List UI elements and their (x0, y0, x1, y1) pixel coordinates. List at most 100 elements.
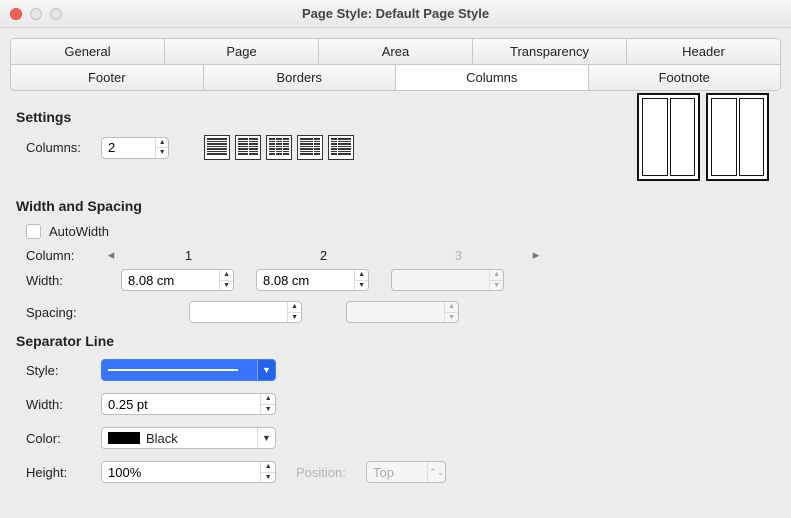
tab-label: Page (226, 44, 256, 59)
col-head-3: 3 (391, 248, 526, 263)
autowidth-label: AutoWidth (49, 224, 109, 239)
chevron-down-icon[interactable]: ▼ (355, 281, 368, 291)
tabbar: General Page Area Transparency Header Fo… (0, 28, 791, 91)
width-3-spinner: ▲▼ (391, 269, 504, 291)
preset-2-col[interactable] (235, 135, 261, 160)
zoom-icon (50, 8, 62, 20)
width-1-spinner[interactable]: ▲▼ (121, 269, 234, 291)
style-row: Style: ▼ (26, 359, 775, 381)
line-style-preview (108, 369, 238, 371)
tab-area[interactable]: Area (319, 39, 473, 64)
columns-input[interactable] (102, 138, 155, 158)
close-icon[interactable] (10, 8, 22, 20)
chevron-down-icon[interactable]: ▼ (257, 428, 275, 448)
page-preview-1 (637, 93, 700, 181)
width-2-spinner[interactable]: ▲▼ (256, 269, 369, 291)
height-row: Height: ▲▼ Position: Top ⌃⌄ (26, 461, 775, 483)
content-panel: Settings Columns: ▲▼ Width and Spacing A… (0, 91, 791, 511)
chevron-down-icon[interactable]: ▼ (220, 281, 233, 291)
width-spacing-heading: Width and Spacing (16, 198, 775, 214)
style-combo[interactable]: ▼ (101, 359, 276, 381)
chevron-down-icon: ▼ (490, 281, 503, 291)
column-header-row: Column: ◂ 1 2 3 ▸ (26, 247, 775, 263)
tab-label: Header (682, 44, 725, 59)
preset-2-col-left[interactable] (297, 135, 323, 160)
chevron-up-icon: ▲ (445, 302, 458, 313)
arrow-left-icon[interactable]: ◂ (101, 247, 121, 263)
chevron-up-icon[interactable]: ▲ (156, 138, 168, 149)
chevron-down-icon[interactable]: ▼ (261, 473, 275, 483)
color-name: Black (146, 431, 178, 446)
tab-columns[interactable]: Columns (396, 65, 589, 90)
window-title: Page Style: Default Page Style (0, 6, 791, 21)
page-preview-2 (706, 93, 769, 181)
tab-footnote[interactable]: Footnote (589, 65, 781, 90)
tab-label: Footnote (659, 70, 710, 85)
spacing-row: Spacing: ▲▼ ▲▼ (26, 301, 775, 323)
tab-label: General (64, 44, 110, 59)
spacing-1-spinner[interactable]: ▲▼ (189, 301, 302, 323)
width-row: Width: ▲▼ ▲▼ ▲▼ (26, 269, 775, 291)
arrow-right-icon[interactable]: ▸ (526, 247, 546, 263)
color-row: Color: Black ▼ (26, 427, 775, 449)
tab-row-1: General Page Area Transparency Header (10, 38, 781, 64)
color-combo[interactable]: Black ▼ (101, 427, 276, 449)
spacing-2-spinner: ▲▼ (346, 301, 459, 323)
autowidth-checkbox[interactable] (26, 224, 41, 239)
chevron-up-icon[interactable]: ▲ (261, 394, 275, 405)
width-2-input[interactable] (257, 270, 354, 290)
tab-label: Area (382, 44, 409, 59)
page-previews (637, 93, 769, 181)
chevron-down-icon: ▼ (445, 313, 458, 323)
tab-label: Footer (88, 70, 126, 85)
tab-general[interactable]: General (11, 39, 165, 64)
chevron-down-icon[interactable]: ▼ (257, 360, 275, 380)
height-input[interactable] (102, 462, 260, 482)
minimize-icon (30, 8, 42, 20)
width-3-input (392, 270, 489, 290)
chevron-up-icon[interactable]: ▲ (355, 270, 368, 281)
chevron-up-icon: ▲ (490, 270, 503, 281)
window-controls (0, 8, 62, 20)
chevron-up-icon[interactable]: ▲ (220, 270, 233, 281)
tab-label: Transparency (510, 44, 589, 59)
sep-width-row: Width: ▲▼ (26, 393, 775, 415)
tab-borders[interactable]: Borders (204, 65, 397, 90)
columns-spinner[interactable]: ▲▼ (101, 137, 169, 159)
tab-header[interactable]: Header (627, 39, 780, 64)
tab-page[interactable]: Page (165, 39, 319, 64)
style-label: Style: (26, 363, 101, 378)
preset-1-col[interactable] (204, 135, 230, 160)
sep-width-spinner[interactable]: ▲▼ (101, 393, 276, 415)
height-spinner[interactable]: ▲▼ (101, 461, 276, 483)
color-label: Color: (26, 431, 101, 446)
spacing-2-input (347, 302, 444, 322)
position-value: Top (373, 465, 394, 480)
separator-heading: Separator Line (16, 333, 775, 349)
chevron-up-down-icon: ⌃⌄ (427, 462, 445, 482)
tab-row-2: Footer Borders Columns Footnote (10, 64, 781, 91)
columns-label: Columns: (16, 140, 101, 155)
col-head-1: 1 (121, 248, 256, 263)
width-1-input[interactable] (122, 270, 219, 290)
width-spacing-grid: Column: ◂ 1 2 3 ▸ Width: ▲▼ ▲▼ (16, 247, 775, 323)
chevron-up-icon[interactable]: ▲ (261, 462, 275, 473)
preset-2-col-right[interactable] (328, 135, 354, 160)
tab-transparency[interactable]: Transparency (473, 39, 627, 64)
chevron-down-icon[interactable]: ▼ (261, 405, 275, 415)
tab-footer[interactable]: Footer (11, 65, 204, 90)
sep-width-input[interactable] (102, 394, 260, 414)
chevron-up-icon[interactable]: ▲ (288, 302, 301, 313)
tab-label: Borders (276, 70, 322, 85)
preset-3-col[interactable] (266, 135, 292, 160)
position-combo: Top ⌃⌄ (366, 461, 446, 483)
spacing-1-input[interactable] (190, 302, 287, 322)
autowidth-row: AutoWidth (16, 224, 775, 239)
position-label: Position: (296, 465, 366, 480)
chevron-down-icon[interactable]: ▼ (156, 148, 168, 158)
sep-width-label: Width: (26, 397, 101, 412)
titlebar: Page Style: Default Page Style (0, 0, 791, 28)
chevron-down-icon[interactable]: ▼ (288, 313, 301, 323)
height-label: Height: (26, 465, 101, 480)
column-label: Column: (26, 248, 101, 263)
